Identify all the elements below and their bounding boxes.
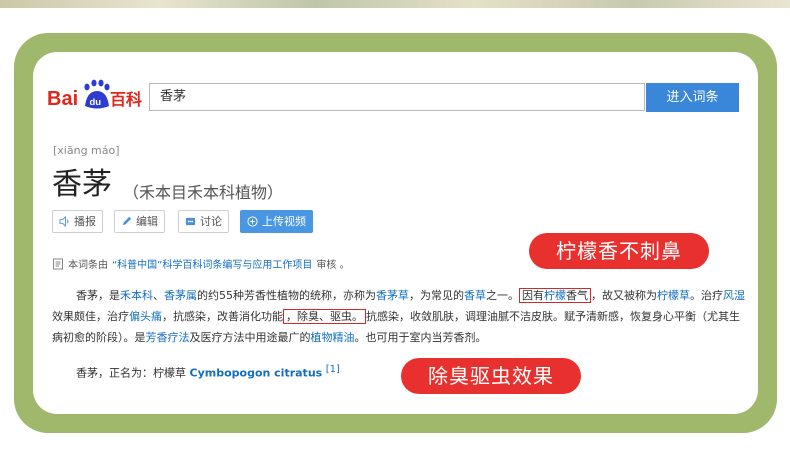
link-herb[interactable]: 香草	[464, 289, 486, 302]
chat-icon	[185, 217, 196, 226]
discuss-label: 讨论	[200, 215, 222, 228]
baidu-paw-icon: Bai du 百科	[47, 79, 142, 110]
para-text: 效果颇佳，治疗	[52, 310, 129, 323]
para-text: 因有	[522, 289, 544, 302]
edit-button[interactable]: 编辑	[114, 210, 165, 233]
edit-label: 编辑	[136, 215, 158, 228]
top-image-strip	[0, 0, 790, 8]
enter-entry-button[interactable]: 进入词条	[646, 83, 739, 112]
notice-link[interactable]: “科普中国”科学百科词条编写与应用工作项目	[112, 256, 312, 271]
link-gramineae[interactable]: 禾本科	[120, 289, 153, 302]
link-lemon[interactable]: 柠檬	[544, 289, 566, 302]
link-lemongrass-herb[interactable]: 香茅草	[376, 289, 409, 302]
pinyin-label: [xiāng máo]	[53, 144, 120, 157]
para-text: ，抗感染，改善消化功能	[162, 310, 283, 323]
broadcast-label: 播报	[74, 215, 96, 228]
para-text: ，为常见的	[409, 289, 464, 302]
lemon-scent-highlight: 因有柠檬香气	[519, 288, 591, 303]
link-essential-oil[interactable]: 植物精油	[311, 331, 355, 344]
intro-paragraph: 香茅，是禾本科、香茅属的约55种芳香性植物的统称，亦称为香茅草，为常见的香草之一…	[52, 285, 749, 348]
para-text: 香气	[566, 289, 588, 302]
notice-post: 审核 。	[316, 260, 350, 271]
link-rheumatism[interactable]: 风湿	[723, 289, 745, 302]
lemon-scent-badge: 柠檬香不刺鼻	[529, 233, 709, 269]
link-cymbopogon[interactable]: 香茅属	[164, 289, 197, 302]
svg-text:du: du	[90, 97, 102, 108]
speaker-icon	[59, 216, 69, 227]
upload-video-label: 上传视频	[262, 215, 306, 228]
search-input[interactable]: 香茅	[149, 83, 645, 111]
formal-name-line: 香茅，正名为：柠檬草 Cymbopogon citratus [1]	[76, 359, 416, 384]
para-text: ，故又被称为	[591, 289, 657, 302]
para-text: 及医疗方法中用途最广的	[189, 331, 311, 344]
deodorize-insect-badge: 除臭驱虫效果	[401, 358, 581, 394]
para-text: 的约55种芳香性植物的统称，亦称为	[197, 289, 376, 302]
para-text: 。也可用于室内当芳香剂。	[354, 331, 487, 344]
para-text: 香茅，是	[76, 289, 120, 302]
pencil-icon	[122, 216, 132, 226]
svg-text:Bai: Bai	[47, 88, 78, 110]
page-title: 香茅	[52, 167, 112, 202]
para-text: 之一。	[486, 289, 519, 302]
formal-name-text: 香茅，正名为：柠檬草	[76, 366, 190, 380]
content-card: Bai du 百科 香茅 进入词条 [xiāng máo] 香茅 （禾本目禾本科…	[33, 52, 758, 414]
upload-video-button[interactable]: 上传视频	[240, 210, 313, 233]
broadcast-button[interactable]: 播报	[52, 210, 103, 233]
page-subtitle: （禾本目禾本科植物）	[123, 183, 284, 202]
review-notice: 本词条由 “科普中国”科学百科词条编写与应用工作项目 审核 。	[52, 256, 350, 271]
link-migraine[interactable]: 偏头痛	[129, 310, 162, 323]
latin-name: Cymbopogon citratus	[189, 366, 323, 380]
plus-circle-icon	[247, 216, 258, 227]
reference-link[interactable]: [1]	[326, 364, 340, 375]
link-aromatherapy[interactable]: 芳香疗法	[146, 331, 190, 344]
para-text: 、	[153, 289, 164, 302]
deodorize-highlight: ，除臭、驱虫。	[283, 309, 366, 324]
discuss-button[interactable]: 讨论	[178, 210, 229, 233]
para-text: 。治疗	[690, 289, 723, 302]
notice-pre: 本词条由	[68, 260, 108, 271]
baidu-baike-logo[interactable]: Bai du 百科	[47, 78, 143, 112]
document-icon	[53, 258, 63, 269]
link-lemongrass[interactable]: 柠檬草	[657, 289, 690, 302]
svg-text:百科: 百科	[110, 90, 142, 109]
